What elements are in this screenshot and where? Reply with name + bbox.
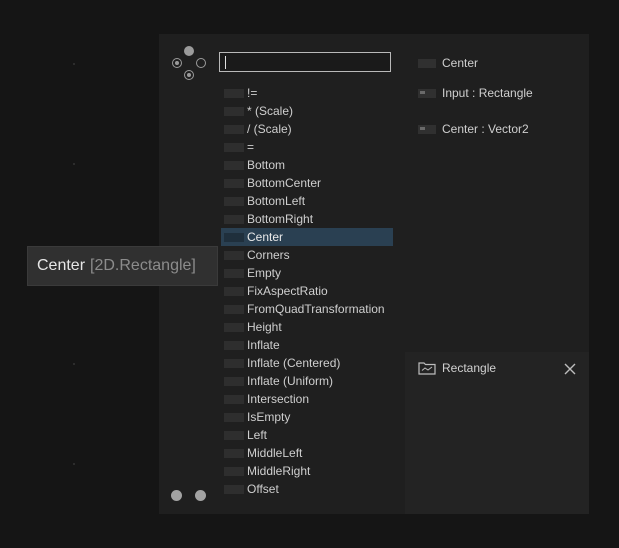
list-item[interactable]: Inflate (Uniform)	[221, 372, 393, 390]
list-item[interactable]: BottomLeft	[221, 192, 393, 210]
node-swatch-icon	[224, 484, 244, 494]
detail-title: Center	[442, 56, 479, 70]
list-item[interactable]: Center	[221, 228, 393, 246]
list-item-label: Inflate (Centered)	[247, 356, 341, 370]
list-item[interactable]: Corners	[221, 246, 393, 264]
list-item[interactable]: FromQuadTransformation	[221, 300, 393, 318]
node-swatch-icon	[418, 58, 436, 68]
bottom-left-dot-icon[interactable]	[171, 490, 182, 501]
list-item-label: Intersection	[247, 392, 310, 406]
nav-right-dot-icon[interactable]	[196, 58, 206, 68]
list-item-label: Inflate	[247, 338, 280, 352]
node-swatch-icon	[224, 106, 244, 116]
node-swatch-icon	[224, 430, 244, 440]
list-item[interactable]: Bottom	[221, 156, 393, 174]
list-item-label: Empty	[247, 266, 282, 280]
list-item[interactable]: =	[221, 138, 393, 156]
detail-input-row[interactable]: Input : Rectangle	[418, 86, 533, 100]
list-item-label: =	[247, 140, 255, 154]
node-swatch-icon	[224, 304, 244, 314]
list-item[interactable]: IsEmpty	[221, 408, 393, 426]
list-item[interactable]: !=	[221, 84, 393, 102]
list-item-label: Offset	[247, 482, 279, 496]
tooltip-name: Center	[37, 257, 86, 274]
list-item[interactable]: Inflate	[221, 336, 393, 354]
list-item-label: Left	[247, 428, 268, 442]
node-swatch-icon	[224, 322, 244, 332]
list-item[interactable]: Left	[221, 426, 393, 444]
list-item-label: FromQuadTransformation	[247, 302, 385, 316]
list-item[interactable]: Height	[221, 318, 393, 336]
node-swatch-icon	[224, 196, 244, 206]
nav-down-dot-icon[interactable]	[184, 70, 194, 80]
output-port-icon	[418, 124, 436, 134]
list-item[interactable]: Intersection	[221, 390, 393, 408]
node-swatch-icon	[224, 358, 244, 368]
list-item-label: Height	[247, 320, 282, 334]
node-swatch-icon	[224, 214, 244, 224]
tooltip: Center [2D.Rectangle]	[27, 246, 218, 286]
bottom-right-dot-icon[interactable]	[195, 490, 206, 501]
node-swatch-icon	[224, 88, 244, 98]
list-item-label: * (Scale)	[247, 104, 294, 118]
list-item[interactable]: * (Scale)	[221, 102, 393, 120]
list-item-label: Inflate (Uniform)	[247, 374, 334, 388]
tooltip-type: [2D.Rectangle]	[90, 257, 196, 274]
category-subpanel	[405, 352, 589, 514]
node-swatch-icon	[224, 412, 244, 422]
nav-up-dot-icon[interactable]	[184, 46, 194, 56]
detail-output: Center : Vector2	[442, 122, 529, 136]
category-header: Rectangle	[418, 361, 496, 375]
list-item[interactable]: Empty	[221, 264, 393, 282]
list-item-label: BottomRight	[247, 212, 314, 226]
node-swatch-icon	[224, 124, 244, 134]
nav-left-dot-icon[interactable]	[172, 58, 182, 68]
detail-output-row[interactable]: Center : Vector2	[418, 122, 529, 136]
list-item-label: BottomCenter	[247, 176, 322, 190]
search-input[interactable]	[219, 52, 391, 72]
node-swatch-icon	[224, 268, 244, 278]
node-swatch-icon	[224, 448, 244, 458]
list-item[interactable]: / (Scale)	[221, 120, 393, 138]
node-swatch-icon	[224, 178, 244, 188]
node-swatch-icon	[224, 232, 244, 242]
node-swatch-icon	[224, 286, 244, 296]
close-icon[interactable]	[563, 362, 577, 376]
list-item-label: Bottom	[247, 158, 286, 172]
list-item[interactable]: Inflate (Centered)	[221, 354, 393, 372]
list-item[interactable]: BottomRight	[221, 210, 393, 228]
list-item-label: BottomLeft	[247, 194, 306, 208]
list-item[interactable]: MiddleLeft	[221, 444, 393, 462]
list-item-label: IsEmpty	[247, 410, 291, 424]
list-item[interactable]: MiddleRight	[221, 462, 393, 480]
list-item-label: !=	[247, 86, 258, 100]
input-port-icon	[418, 88, 436, 98]
node-swatch-icon	[224, 142, 244, 152]
list-item[interactable]: FixAspectRatio	[221, 282, 393, 300]
navigation-dots	[170, 44, 210, 84]
list-item[interactable]: Offset	[221, 480, 393, 498]
folder-icon	[418, 362, 436, 375]
text-caret	[225, 56, 226, 69]
list-item-label: Center	[247, 230, 284, 244]
node-list: != * (Scale) / (Scale) = Bottom BottomCenter B…	[221, 84, 393, 498]
node-swatch-icon	[224, 340, 244, 350]
list-item-label: FixAspectRatio	[247, 284, 328, 298]
category-title: Rectangle	[442, 361, 497, 375]
node-swatch-icon	[224, 160, 244, 170]
bottom-controls	[171, 490, 206, 501]
detail-title-row: Center	[418, 56, 478, 70]
node-swatch-icon	[224, 250, 244, 260]
detail-input: Input : Rectangle	[442, 86, 533, 100]
node-swatch-icon	[224, 394, 244, 404]
list-item-label: / (Scale)	[247, 122, 292, 136]
list-item-label: MiddleRight	[247, 464, 311, 478]
list-item-label: Corners	[247, 248, 290, 262]
list-item[interactable]: BottomCenter	[221, 174, 393, 192]
node-swatch-icon	[224, 466, 244, 476]
list-item-label: MiddleLeft	[247, 446, 303, 460]
node-swatch-icon	[224, 376, 244, 386]
